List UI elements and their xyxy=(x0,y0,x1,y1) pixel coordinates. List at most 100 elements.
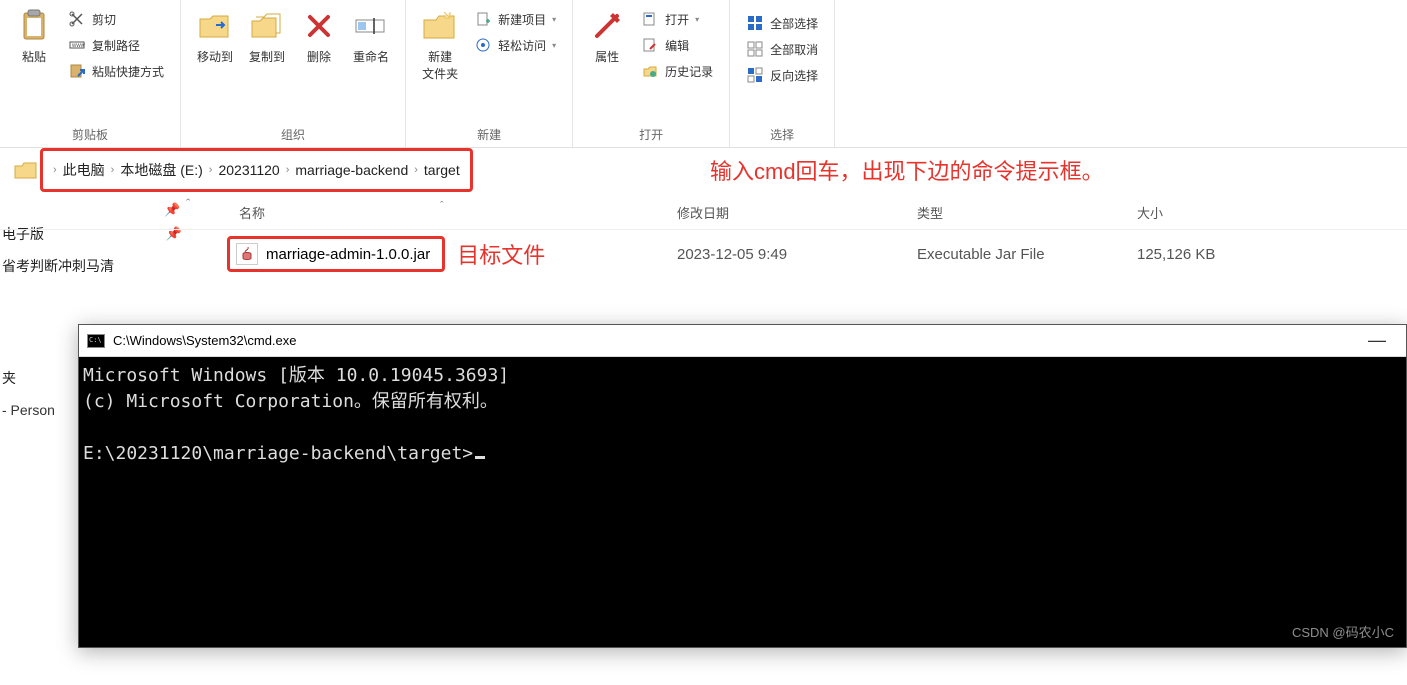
properties-icon xyxy=(589,8,625,44)
history-button[interactable]: 历史记录 xyxy=(637,60,717,82)
chevron-right-icon: › xyxy=(111,164,115,176)
chevron-down-icon: ▾ xyxy=(695,15,699,24)
properties-button[interactable]: 属性 xyxy=(581,4,633,69)
edit-button[interactable]: 编辑 xyxy=(637,34,717,56)
select-group-label: 选择 xyxy=(738,123,826,145)
column-name[interactable]: 名称 xyxy=(227,203,677,222)
column-type[interactable]: 类型 xyxy=(917,203,1137,222)
new-folder-label: 新建 文件夹 xyxy=(422,48,458,82)
paste-button[interactable]: 粘贴 xyxy=(8,4,60,69)
chevron-right-icon: › xyxy=(53,164,57,176)
cmd-window: C:\Windows\System32\cmd.exe — Microsoft … xyxy=(78,324,1407,648)
select-all-label: 全部选择 xyxy=(770,15,818,32)
cut-label: 剪切 xyxy=(92,11,116,28)
shortcut-icon xyxy=(68,62,86,80)
paste-label: 粘贴 xyxy=(22,48,46,65)
annotation-target-file: 目标文件 xyxy=(457,238,545,270)
new-folder-icon xyxy=(422,8,458,44)
column-date[interactable]: 修改日期 xyxy=(677,203,917,222)
open-label: 打开 xyxy=(665,11,689,28)
rename-label: 重命名 xyxy=(353,48,389,65)
minimize-button[interactable]: — xyxy=(1356,330,1398,351)
ribbon: 粘贴 剪切 www 复制路径 xyxy=(0,0,1407,148)
file-type: Executable Jar File xyxy=(917,246,1137,263)
ribbon-group-open: 属性 打开 ▾ 编辑 xyxy=(573,0,730,147)
copy-path-button[interactable]: www 复制路径 xyxy=(64,34,168,56)
breadcrumb-item[interactable]: marriage-backend xyxy=(295,162,408,178)
breadcrumb-item[interactable]: 20231120 xyxy=(218,162,279,178)
copy-to-label: 复制到 xyxy=(249,48,285,65)
copy-path-label: 复制路径 xyxy=(92,37,140,54)
file-date: 2023-12-05 9:49 xyxy=(677,246,917,263)
chevron-right-icon: › xyxy=(209,164,213,176)
easy-access-label: 轻松访问 xyxy=(498,37,546,54)
chevron-right-icon: › xyxy=(414,164,418,176)
annotation-address-tip: 输入cmd回车，出现下边的命令提示框。 xyxy=(710,154,1104,186)
file-row[interactable]: marriage-admin-1.0.0.jar 目标文件 2023-12-05… xyxy=(0,230,1407,278)
chevron-down-icon: ▾ xyxy=(552,41,556,50)
new-group-label: 新建 xyxy=(414,123,564,145)
path-icon: www xyxy=(68,36,86,54)
quick-access-item[interactable]: 夹 xyxy=(2,368,16,388)
paste-shortcut-button[interactable]: 粘贴快捷方式 xyxy=(64,60,168,82)
select-none-icon xyxy=(746,40,764,58)
select-none-button[interactable]: 全部取消 xyxy=(742,38,822,60)
open-button[interactable]: 打开 ▾ xyxy=(637,8,717,30)
delete-icon xyxy=(301,8,337,44)
delete-button[interactable]: 删除 xyxy=(293,4,345,69)
address-bar-row: › 此电脑 › 本地磁盘 (E:) › 20231120 › marriage-… xyxy=(0,148,1407,192)
move-to-button[interactable]: 移动到 xyxy=(189,4,241,69)
file-size: 125,126 KB xyxy=(1137,246,1287,263)
ribbon-group-select: 全部选择 全部取消 反向选择 选择 xyxy=(730,0,835,147)
ribbon-group-new: 新建 文件夹 新建项目 ▾ 轻松访问 ▾ 新建 xyxy=(406,0,573,147)
cmd-line: (c) Microsoft Corporation。保留所有权利。 xyxy=(83,391,498,412)
svg-text:www: www xyxy=(71,43,85,49)
select-none-label: 全部取消 xyxy=(770,41,818,58)
rename-button[interactable]: 重命名 xyxy=(345,4,397,69)
history-label: 历史记录 xyxy=(665,63,713,80)
properties-label: 属性 xyxy=(595,48,619,65)
cmd-body[interactable]: Microsoft Windows [版本 10.0.19045.3693] (… xyxy=(79,357,1406,647)
easy-access-button[interactable]: 轻松访问 ▾ xyxy=(470,34,560,56)
folder-icon xyxy=(14,160,38,180)
pin-icon: 📌 xyxy=(164,202,180,218)
cut-button[interactable]: 剪切 xyxy=(64,8,168,30)
column-size[interactable]: 大小 xyxy=(1137,203,1287,222)
cmd-icon xyxy=(87,334,105,348)
edit-icon xyxy=(641,36,659,54)
cmd-titlebar[interactable]: C:\Windows\System32\cmd.exe — xyxy=(79,325,1406,357)
cmd-line: Microsoft Windows [版本 10.0.19045.3693] xyxy=(83,365,509,386)
easy-access-icon xyxy=(474,36,492,54)
breadcrumb-item[interactable]: 此电脑 xyxy=(63,160,105,180)
open-group-label: 打开 xyxy=(581,123,721,145)
chevron-up-icon: ˆ xyxy=(440,200,444,212)
select-all-button[interactable]: 全部选择 xyxy=(742,12,822,34)
ribbon-group-organize: 移动到 复制到 删除 重命名 组织 xyxy=(181,0,406,147)
new-item-label: 新建项目 xyxy=(498,11,546,28)
organize-group-label: 组织 xyxy=(189,123,397,145)
invert-label: 反向选择 xyxy=(770,67,818,84)
invert-icon xyxy=(746,66,764,84)
clipboard-icon xyxy=(16,8,52,44)
new-item-button[interactable]: 新建项目 ▾ xyxy=(470,8,560,30)
copy-to-button[interactable]: 复制到 xyxy=(241,4,293,69)
delete-label: 删除 xyxy=(307,48,331,65)
address-bar[interactable]: › 此电脑 › 本地磁盘 (E:) › 20231120 › marriage-… xyxy=(40,148,473,192)
new-folder-button[interactable]: 新建 文件夹 xyxy=(414,4,466,86)
file-highlight-box: marriage-admin-1.0.0.jar xyxy=(227,236,445,272)
rename-icon xyxy=(353,8,389,44)
watermark: CSDN @码农小C xyxy=(1292,622,1394,641)
scissors-icon xyxy=(68,10,86,28)
ribbon-group-clipboard: 粘贴 剪切 www 复制路径 xyxy=(0,0,181,147)
invert-button[interactable]: 反向选择 xyxy=(742,64,822,86)
file-name: marriage-admin-1.0.0.jar xyxy=(266,246,430,263)
chevron-down-icon: ▾ xyxy=(552,15,556,24)
edit-label: 编辑 xyxy=(665,37,689,54)
cmd-prompt: E:\20231120\marriage-backend\target> xyxy=(83,443,473,464)
chevron-right-icon: › xyxy=(286,164,290,176)
move-to-label: 移动到 xyxy=(197,48,233,65)
breadcrumb-item[interactable]: target xyxy=(424,162,460,178)
breadcrumb-item[interactable]: 本地磁盘 (E:) xyxy=(120,160,202,180)
new-item-icon xyxy=(474,10,492,28)
open-icon xyxy=(641,10,659,28)
